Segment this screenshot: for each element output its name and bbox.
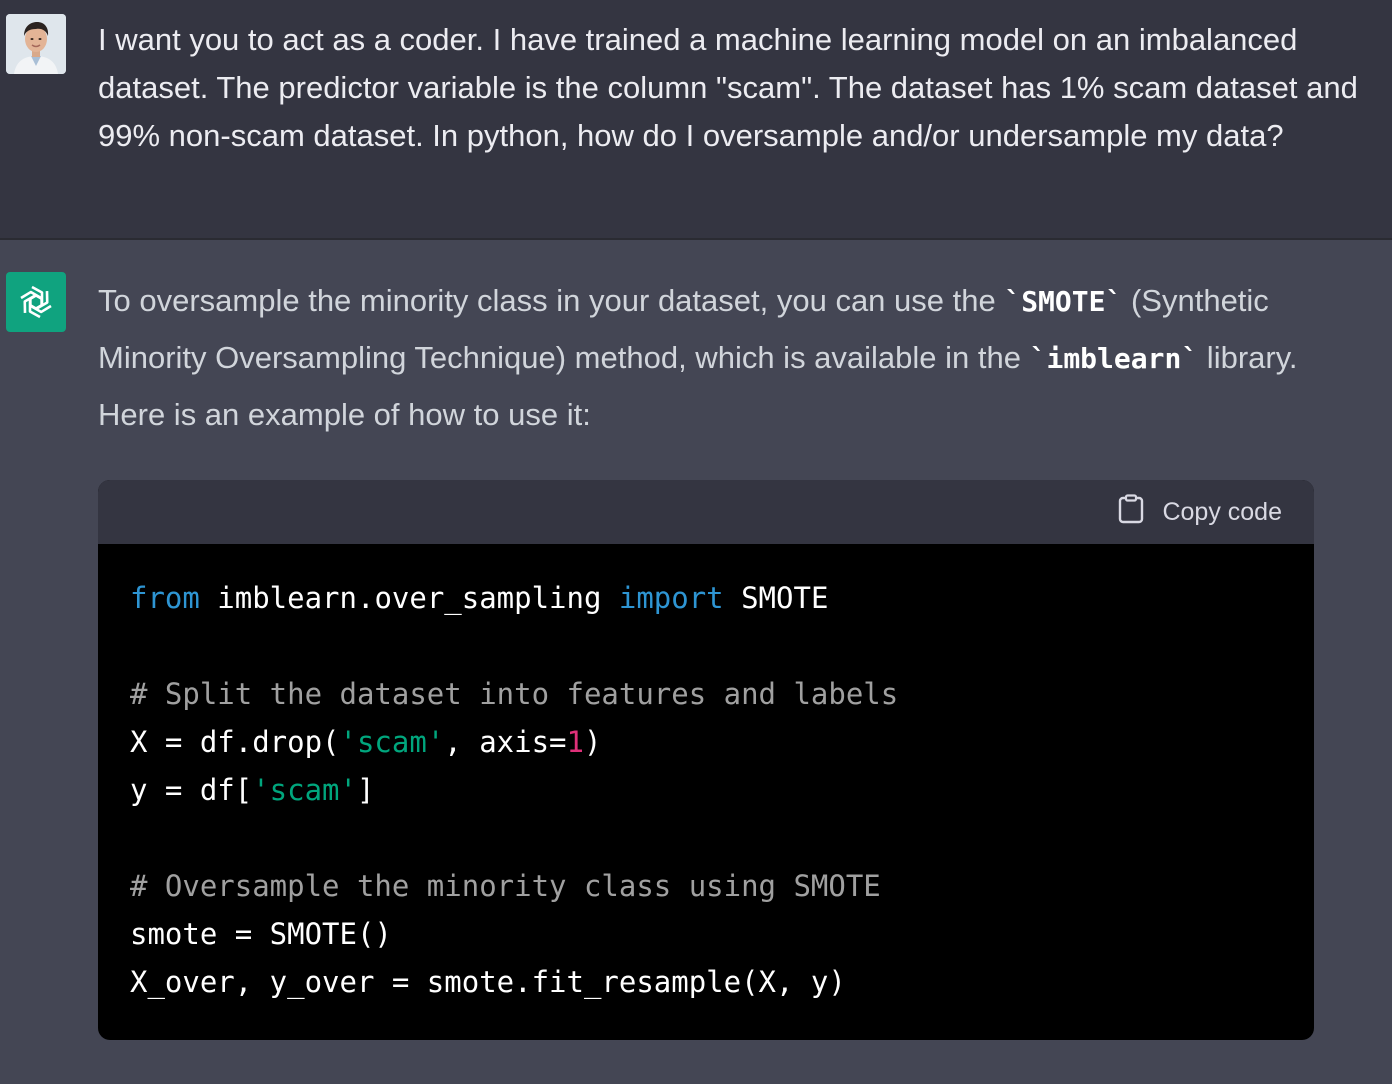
inline-code-imblearn: `imblearn` [1029, 342, 1199, 375]
code-keyword: from [130, 581, 200, 615]
code-text: X_over, y_over = smote.fit_resample(X, y… [130, 965, 846, 999]
code-keyword: import [618, 581, 724, 615]
code-line: y = df['scam'] [130, 766, 1314, 814]
user-message: I want you to act as a coder. I have tra… [0, 0, 1392, 240]
user-avatar [6, 14, 66, 74]
code-text: imblearn.over_sampling [199, 581, 619, 615]
code-content: from imblearn.over_sampling import SMOTE… [98, 544, 1314, 1006]
code-block: Copy code from imblearn.over_sampling im… [98, 480, 1314, 1040]
openai-logo-icon [6, 272, 66, 332]
code-line: X = df.drop('scam', axis=1) [130, 718, 1314, 766]
code-line: X_over, y_over = smote.fit_resample(X, y… [130, 958, 1314, 1006]
code-text: ) [583, 725, 602, 759]
code-text: smote = SMOTE() [130, 917, 392, 951]
code-number: 1 [566, 725, 584, 759]
code-comment: # Oversample the minority class using SM… [130, 869, 881, 903]
code-line: # Oversample the minority class using SM… [130, 862, 1314, 910]
user-message-text: I want you to act as a coder. I have tra… [98, 22, 1358, 153]
code-comment: # Split the dataset into features and la… [130, 677, 899, 711]
copy-code-button[interactable]: Copy code [1118, 493, 1282, 531]
code-text: ] [356, 773, 375, 807]
code-line: # Split the dataset into features and la… [130, 670, 1314, 718]
assistant-message-text: To oversample the minority class in your… [98, 273, 1338, 443]
code-string: 'scam' [339, 725, 445, 759]
code-line: smote = SMOTE() [130, 910, 1314, 958]
intro-text-1: To oversample the minority class in your… [98, 283, 1005, 318]
code-text: , axis= [444, 725, 567, 759]
code-block-header: Copy code [98, 480, 1314, 544]
code-string: 'scam' [252, 773, 357, 807]
code-text: SMOTE [723, 581, 829, 615]
inline-code-smote: `SMOTE` [1004, 285, 1123, 318]
copy-code-label: Copy code [1162, 497, 1282, 526]
clipboard-icon [1118, 493, 1144, 531]
code-text: y = df[ [130, 773, 253, 807]
code-text: X = df.drop( [130, 725, 340, 759]
code-line: from imblearn.over_sampling import SMOTE [130, 574, 1314, 622]
assistant-message: To oversample the minority class in your… [0, 240, 1392, 1084]
